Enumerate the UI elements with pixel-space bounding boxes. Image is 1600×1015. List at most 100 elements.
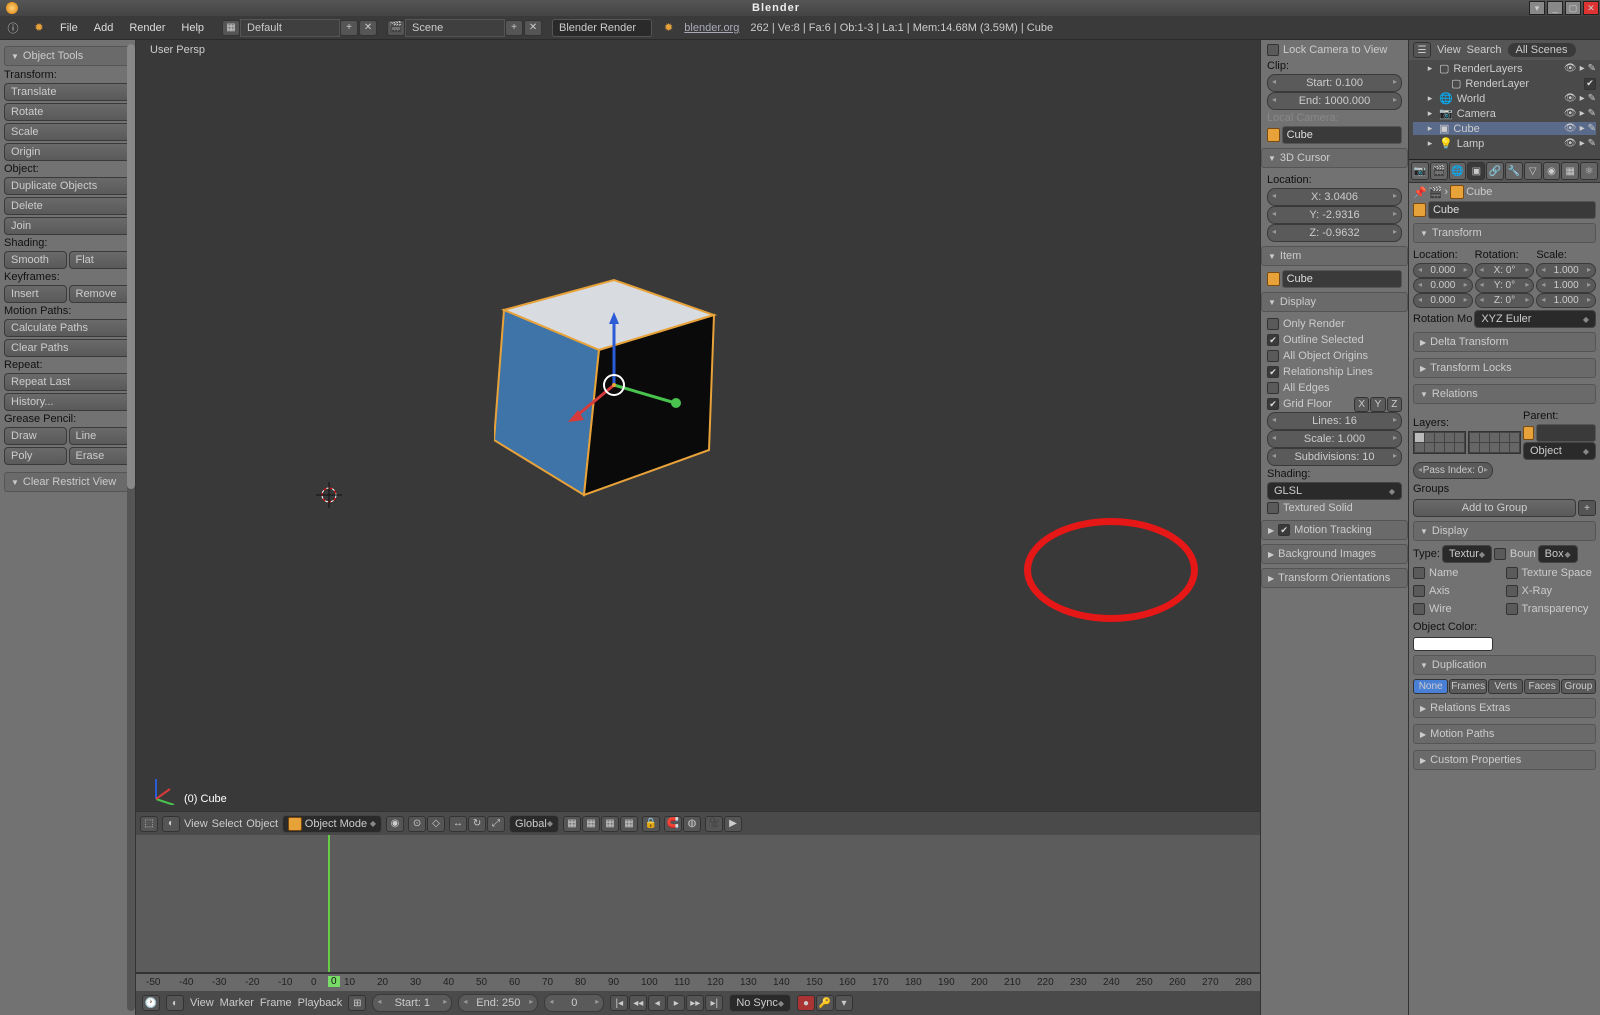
insert-key-button[interactable]: Insert <box>4 285 67 303</box>
translate-button[interactable]: Translate <box>4 83 131 101</box>
cursor-y-field[interactable]: Y: -2.9316 <box>1267 206 1402 224</box>
timeline-ruler[interactable]: 0 -50-40-30-20-1001020304050607080901001… <box>136 973 1260 991</box>
render-engine-dropdown[interactable]: Blender Render <box>552 19 652 37</box>
gp-draw-button[interactable]: Draw <box>4 427 67 445</box>
timeline-editor-icon[interactable]: 🕐 <box>142 995 160 1011</box>
gp-erase-button[interactable]: Erase <box>69 447 132 465</box>
object-tools-header[interactable]: Object Tools <box>4 46 131 66</box>
delta-header[interactable]: Delta Transform <box>1413 332 1596 352</box>
vp-menu-object[interactable]: Object <box>246 818 278 830</box>
viewport-editor-icon[interactable]: ⬚ <box>140 816 158 832</box>
outline-sel-check[interactable]: Outline Selected <box>1267 332 1402 348</box>
layers-grid-a[interactable] <box>1413 431 1466 454</box>
tlocks-header[interactable]: Transform Locks <box>1413 358 1596 378</box>
motion-tracking-header[interactable]: Motion Tracking <box>1261 520 1408 540</box>
outliner-editor-icon[interactable]: ☰ <box>1413 42 1431 58</box>
transform-panel-header[interactable]: Transform <box>1413 223 1596 243</box>
item-panel-header[interactable]: Item <box>1261 246 1408 266</box>
lock-layers-icon[interactable]: 🔒 <box>642 816 660 832</box>
duplication-header[interactable]: Duplication <box>1413 655 1596 675</box>
vp-menu-select[interactable]: Select <box>212 818 243 830</box>
snap-icon[interactable]: 🧲 <box>664 816 682 832</box>
gp-line-button[interactable]: Line <box>69 427 132 445</box>
grid-subdiv-field[interactable]: Subdivisions: 10 <box>1267 448 1402 466</box>
display-props-header[interactable]: Display <box>1413 521 1596 541</box>
splash-icon[interactable]: ✹ <box>28 18 50 38</box>
disp-wire-check[interactable]: Wire <box>1413 601 1504 617</box>
layout-add-button[interactable]: + <box>340 20 358 36</box>
outliner-item[interactable]: ▸📷Camera👁▸✎ <box>1413 107 1596 120</box>
outliner-item[interactable]: ▢RenderLayer <box>1413 77 1596 90</box>
layout-del-button[interactable]: ✕ <box>359 20 377 36</box>
ol-filter-dropdown[interactable]: All Scenes <box>1508 43 1576 57</box>
bounds-type-dropdown[interactable]: Box <box>1538 545 1578 563</box>
scl-z[interactable]: 1.000 <box>1536 293 1596 308</box>
disp-texspace-check[interactable]: Texture Space <box>1506 565 1597 581</box>
timeline-cursor[interactable] <box>328 835 330 972</box>
current-frame-field[interactable]: 0 <box>544 994 604 1012</box>
play-rev-button[interactable]: ◂ <box>648 995 666 1011</box>
tl-menu-frame[interactable]: Frame <box>260 997 292 1009</box>
origin-button[interactable]: Origin <box>4 143 131 161</box>
snap-type-icon[interactable]: ◍ <box>683 816 701 832</box>
disp-xray-check[interactable]: X-Ray <box>1506 583 1597 599</box>
menu-render[interactable]: Render <box>121 22 173 34</box>
window-max-button[interactable]: ▢ <box>1565 1 1581 15</box>
play-button[interactable]: ▸ <box>667 995 685 1011</box>
bg-images-header[interactable]: Background Images <box>1261 544 1408 564</box>
jump-start-button[interactable]: |◂ <box>610 995 628 1011</box>
clip-start-field[interactable]: Start: 0.100 <box>1267 74 1402 92</box>
cube-object[interactable] <box>494 220 754 520</box>
scl-x[interactable]: 1.000 <box>1536 263 1596 278</box>
vp-menu-view[interactable]: View <box>184 818 208 830</box>
flat-button[interactable]: Flat <box>69 251 132 269</box>
add-group-button[interactable]: Add to Group <box>1413 499 1576 517</box>
menu-help[interactable]: Help <box>173 22 212 34</box>
scene-field[interactable]: Scene <box>405 19 505 37</box>
menu-add[interactable]: Add <box>86 22 122 34</box>
object-color-swatch[interactable] <box>1413 637 1493 651</box>
only-render-check[interactable]: Only Render <box>1267 316 1402 332</box>
tl-menu-marker[interactable]: Marker <box>220 997 254 1009</box>
viewport-expand-icon[interactable]: ◐ <box>162 816 180 832</box>
delete-button[interactable]: Delete <box>4 197 131 215</box>
custom-props-header[interactable]: Custom Properties <box>1413 750 1596 770</box>
cursor-x-field[interactable]: X: 3.0406 <box>1267 188 1402 206</box>
clear-paths-button[interactable]: Clear Paths <box>4 339 131 357</box>
ol-search[interactable]: Search <box>1467 44 1502 56</box>
remove-key-button[interactable]: Remove <box>69 285 132 303</box>
jump-end-button[interactable]: ▸| <box>705 995 723 1011</box>
dup-verts[interactable]: Verts <box>1488 679 1523 694</box>
rot-x[interactable]: X: 0° <box>1475 263 1535 278</box>
tl-menu-playback[interactable]: Playback <box>298 997 343 1009</box>
ptab-physics[interactable]: ⚛ <box>1580 162 1598 180</box>
menu-file[interactable]: File <box>52 22 86 34</box>
motion-paths-header[interactable]: Motion Paths <box>1413 724 1596 744</box>
relations-header[interactable]: Relations <box>1413 384 1596 404</box>
dup-group[interactable]: Group <box>1561 679 1596 694</box>
loc-z[interactable]: 0.000 <box>1413 293 1473 308</box>
timeline-canvas[interactable] <box>136 835 1260 973</box>
manip-translate-icon[interactable]: ↔ <box>449 816 467 832</box>
display-panel-header[interactable]: Display <box>1261 292 1408 312</box>
disp-transp-check[interactable]: Transparency <box>1506 601 1597 617</box>
prev-key-button[interactable]: ◂◂ <box>629 995 647 1011</box>
shading-dropdown[interactable]: GLSL <box>1267 482 1402 500</box>
history-button[interactable]: History... <box>4 393 131 411</box>
dup-frames[interactable]: Frames <box>1449 679 1487 694</box>
outliner-item[interactable]: ▸🌐World👁▸✎ <box>1413 92 1596 105</box>
mode-dropdown[interactable]: Object Mode <box>282 815 382 833</box>
render-anim-icon[interactable]: ▶ <box>724 816 742 832</box>
outliner-item[interactable]: ▸▢RenderLayers👁▸✎ <box>1413 62 1596 75</box>
window-min-button[interactable]: ▾ <box>1529 1 1545 15</box>
relations-extras-header[interactable]: Relations Extras <box>1413 698 1596 718</box>
rotate-button[interactable]: Rotate <box>4 103 131 121</box>
loc-y[interactable]: 0.000 <box>1413 278 1473 293</box>
rot-y[interactable]: Y: 0° <box>1475 278 1535 293</box>
parent-field[interactable] <box>1536 424 1596 442</box>
layout-preset-field[interactable]: Default <box>240 19 340 37</box>
ptab-scene[interactable]: 🎬 <box>1430 162 1448 180</box>
rot-mode-dropdown[interactable]: XYZ Euler <box>1474 310 1596 328</box>
disp-name-check[interactable]: Name <box>1413 565 1504 581</box>
grid-x-button[interactable]: X <box>1354 397 1369 412</box>
